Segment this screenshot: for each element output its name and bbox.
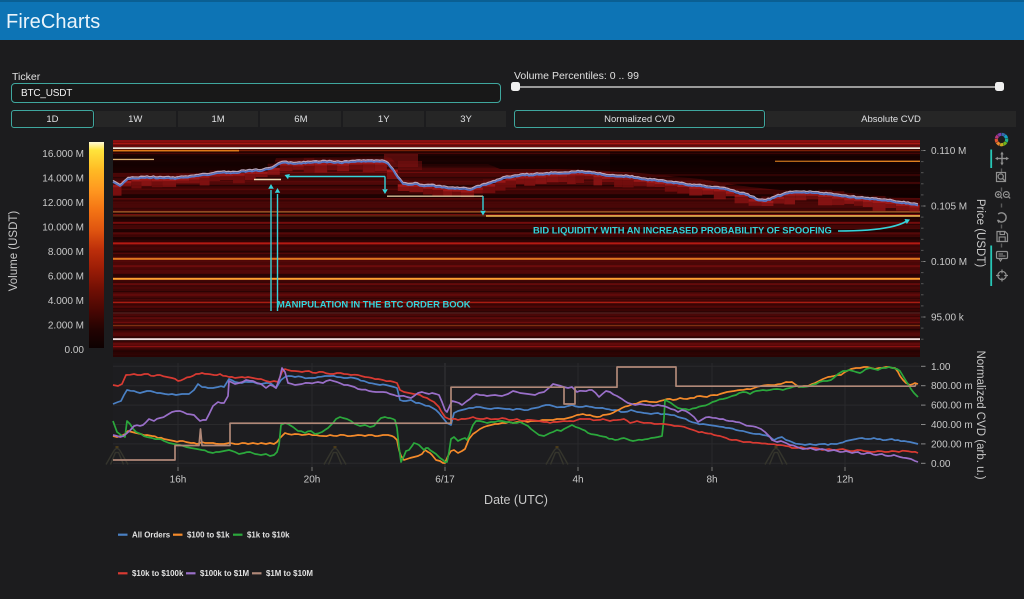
- svg-text:MANIPULATION IN THE BTC ORDER: MANIPULATION IN THE BTC ORDER BOOK: [277, 299, 471, 310]
- svg-text:16h: 16h: [170, 475, 187, 486]
- svg-text:$10k to $100k: $10k to $100k: [132, 569, 184, 578]
- svg-text:0.00: 0.00: [65, 345, 85, 356]
- svg-text:2.000 M: 2.000 M: [48, 321, 84, 332]
- svg-text:0.110 M: 0.110 M: [931, 146, 966, 157]
- svg-text:6/17: 6/17: [435, 475, 455, 486]
- svg-text:Date (UTC): Date (UTC): [484, 493, 548, 507]
- svg-text:0.105 M: 0.105 M: [931, 202, 967, 213]
- svg-text:4h: 4h: [572, 475, 583, 486]
- svg-text:800.00 m: 800.00 m: [931, 381, 973, 392]
- svg-text:20h: 20h: [304, 475, 321, 486]
- svg-text:Volume (USDT): Volume (USDT): [8, 211, 20, 292]
- svg-text:95.00 k: 95.00 k: [931, 313, 965, 324]
- svg-text:4.000 M: 4.000 M: [48, 296, 84, 307]
- svg-text:8h: 8h: [706, 475, 717, 486]
- svg-text:$1k to $10k: $1k to $10k: [247, 530, 290, 539]
- svg-text:6.000 M: 6.000 M: [48, 272, 84, 283]
- svg-text:Price (USDT): Price (USDT): [974, 199, 986, 268]
- svg-text:10.000 M: 10.000 M: [42, 223, 84, 234]
- svg-text:400.00 m: 400.00 m: [931, 420, 973, 431]
- svg-text:12.000 M: 12.000 M: [42, 198, 84, 209]
- svg-text:1.00: 1.00: [931, 362, 951, 373]
- svg-text:8.000 M: 8.000 M: [48, 247, 84, 258]
- svg-text:$100k to $1M: $100k to $1M: [200, 569, 250, 578]
- svg-text:600.00 m: 600.00 m: [931, 401, 973, 412]
- svg-text:0.00: 0.00: [931, 459, 951, 470]
- svg-text:0.100 M: 0.100 M: [931, 257, 967, 268]
- svg-text:12h: 12h: [837, 475, 854, 486]
- svg-text:200.00 m: 200.00 m: [931, 439, 973, 450]
- svg-text:All Orders: All Orders: [132, 530, 171, 539]
- svg-text:$1M to $10M: $1M to $10M: [266, 569, 313, 578]
- svg-text:16.000 M: 16.000 M: [42, 149, 84, 160]
- svg-text:$100 to $1k: $100 to $1k: [187, 530, 230, 539]
- svg-text:Normalized CVD (arb. u.): Normalized CVD (arb. u.): [974, 350, 986, 479]
- svg-text:14.000 M: 14.000 M: [42, 174, 84, 185]
- svg-text:BID LIQUIDITY WITH AN INCREASE: BID LIQUIDITY WITH AN INCREASED PROBABIL…: [533, 225, 832, 236]
